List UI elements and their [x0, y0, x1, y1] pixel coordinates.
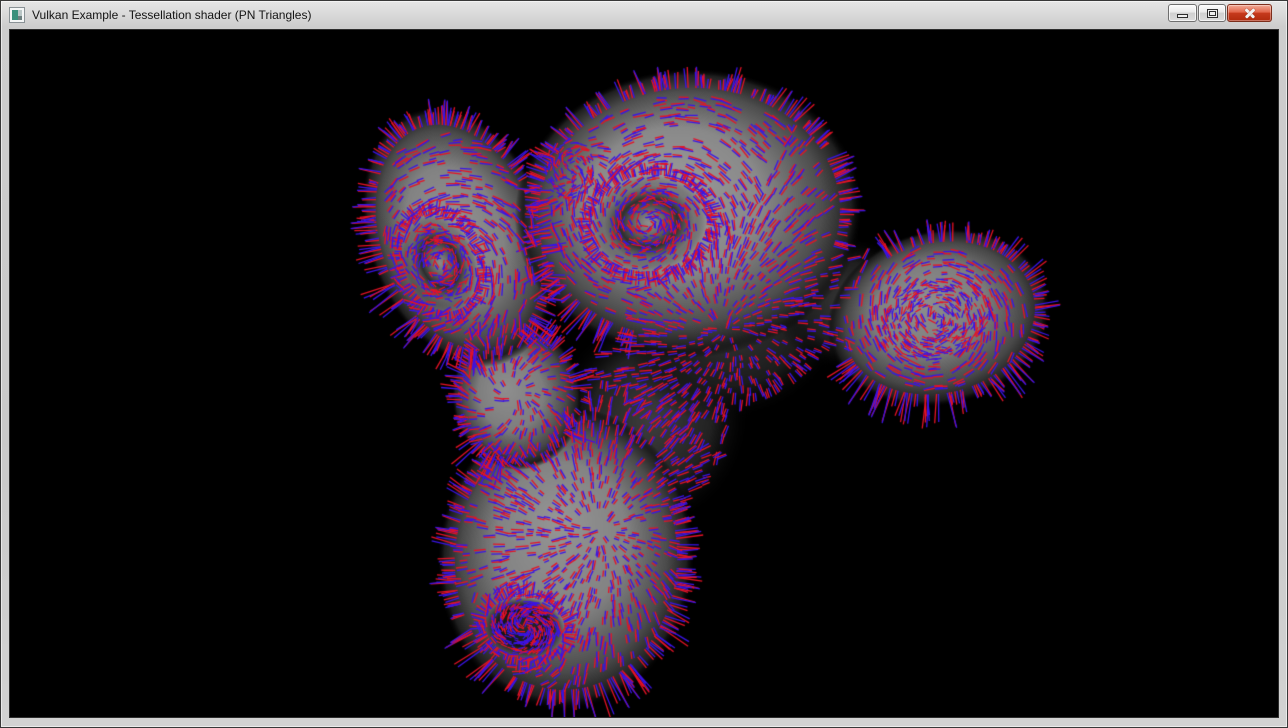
icon-picture-dark [18, 16, 22, 20]
maximize-icon [1207, 9, 1218, 18]
window-title: Vulkan Example - Tessellation shader (PN… [32, 8, 311, 22]
application-icon[interactable] [9, 7, 25, 23]
maximize-button[interactable] [1198, 4, 1226, 22]
window-frame: Vulkan Example - Tessellation shader (PN… [0, 0, 1288, 728]
window-controls [1167, 4, 1272, 22]
vulkan-viewport[interactable] [10, 30, 1279, 718]
close-icon [1244, 7, 1256, 19]
minimize-icon [1177, 14, 1188, 18]
viewport-client-area [9, 29, 1279, 718]
title-bar[interactable]: Vulkan Example - Tessellation shader (PN… [1, 1, 1287, 29]
close-button[interactable] [1227, 4, 1272, 22]
minimize-button[interactable] [1168, 4, 1197, 22]
